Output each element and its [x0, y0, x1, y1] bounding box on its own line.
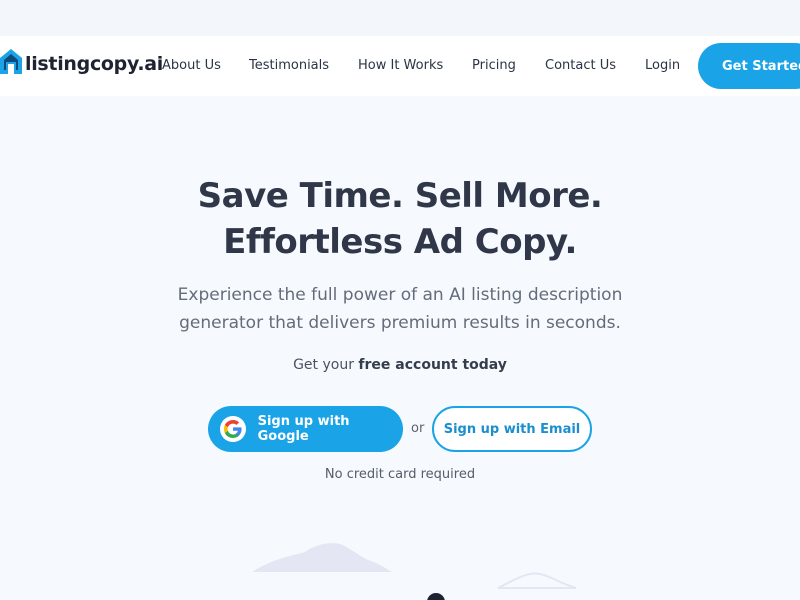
hero-title-line-1: Save Time. Sell More.: [197, 176, 603, 216]
get-started-button[interactable]: Get Started: [698, 43, 800, 89]
house-logo-icon: [0, 49, 22, 74]
brand-logo[interactable]: listingcopy.ai: [0, 44, 163, 84]
google-g-icon: [220, 416, 246, 442]
sign-up-google-label: Sign up with Google: [257, 414, 350, 444]
brand-name: listingcopy.ai: [25, 53, 163, 75]
hero-subtitle-line-2: generator that delivers premium results …: [179, 313, 621, 333]
no-credit-card-note: No credit card required: [324, 467, 476, 482]
nav-contact-us[interactable]: Contact Us: [545, 58, 616, 73]
nav-pricing[interactable]: Pricing: [472, 58, 516, 73]
hero-title-line-2: Effortless Ad Copy.: [223, 222, 577, 262]
top-band: [0, 0, 800, 36]
nav-how-it-works[interactable]: How It Works: [358, 58, 443, 73]
nav-testimonials[interactable]: Testimonials: [249, 58, 329, 73]
cloud-decoration: [252, 543, 577, 600]
or-separator: or: [411, 421, 425, 436]
hero-subtitle-line-1: Experience the full power of an AI listi…: [177, 285, 623, 305]
free-account-prefix: Get your: [293, 357, 354, 373]
free-account-text: Get your free account today: [0, 357, 800, 373]
nav-about-us[interactable]: About Us: [162, 58, 221, 73]
sign-up-email-button[interactable]: Sign up with Email: [432, 406, 592, 452]
navbar: listingcopy.ai About Us Testimonials How…: [0, 36, 800, 96]
free-account-bold: free account today: [358, 357, 507, 373]
sign-up-google-button[interactable]: Sign up with Google: [208, 406, 403, 452]
nav-login[interactable]: Login: [645, 58, 680, 73]
